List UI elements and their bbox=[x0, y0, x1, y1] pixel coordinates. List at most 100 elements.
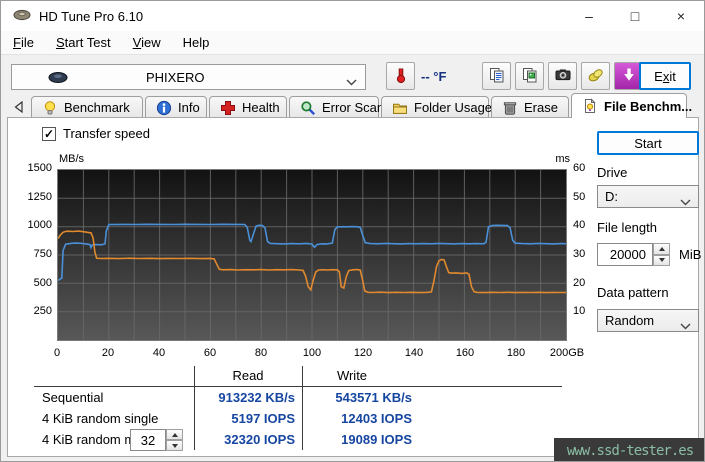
y-left-tick: 500 bbox=[33, 277, 52, 289]
tab-scroll-left-button[interactable] bbox=[10, 97, 27, 116]
chevron-down-icon bbox=[680, 194, 691, 209]
y-left-tick: 250 bbox=[33, 305, 52, 317]
info-icon bbox=[156, 100, 172, 116]
drive-dropdown[interactable]: D: bbox=[597, 185, 699, 208]
save-button[interactable] bbox=[581, 62, 610, 90]
menu-item-help[interactable]: Help bbox=[173, 32, 220, 53]
file-length-up-button[interactable] bbox=[653, 243, 670, 255]
arrow-down-icon bbox=[658, 258, 665, 263]
file-length-down-button[interactable] bbox=[653, 254, 670, 266]
transfer-speed-option: ✓ Transfer speed bbox=[42, 126, 150, 141]
title-bar: HD Tune Pro 6.10 – □ × bbox=[1, 1, 704, 31]
tab-label: Health bbox=[242, 100, 280, 115]
tab-folder-usage[interactable]: Folder Usage bbox=[381, 96, 493, 118]
arrow-up-icon bbox=[658, 246, 665, 251]
copy-image-button[interactable] bbox=[515, 62, 544, 90]
health-icon bbox=[220, 100, 236, 116]
tab-erase[interactable]: Erase bbox=[491, 96, 569, 118]
y-left-tick: 750 bbox=[33, 248, 52, 260]
exit-button[interactable]: Ex it bbox=[639, 62, 691, 90]
data-pattern-label: Data pattern bbox=[597, 285, 669, 300]
drive-selector-value: PHIXERO bbox=[146, 69, 205, 85]
queue-depth-down-button[interactable] bbox=[166, 440, 183, 451]
y-left-tick: 1500 bbox=[27, 162, 52, 174]
arrow-down-icon bbox=[171, 443, 178, 448]
y-left-tick: 1250 bbox=[27, 191, 52, 203]
disk-icon bbox=[48, 71, 68, 84]
y-left-tick: 1000 bbox=[27, 219, 52, 231]
file-length-unit: MiB bbox=[679, 247, 702, 262]
transfer-speed-checkbox[interactable]: ✓ bbox=[42, 126, 56, 141]
temperature-readout: -- °F bbox=[421, 69, 447, 84]
read-value: 913232 KB/s bbox=[218, 390, 295, 405]
copy-text-button[interactable] bbox=[482, 62, 511, 90]
file-length-control: 20000 MiB bbox=[597, 243, 701, 266]
window-title: HD Tune Pro 6.10 bbox=[39, 8, 144, 24]
result-row-label: Sequential bbox=[42, 390, 104, 405]
tab-label: Error Scan bbox=[322, 100, 385, 115]
file-length-label: File length bbox=[597, 220, 657, 235]
hand-icon bbox=[587, 66, 605, 87]
y-left-axis-unit: MB/s bbox=[59, 153, 85, 165]
tab-label: File Benchm... bbox=[604, 98, 693, 114]
tab-label: Info bbox=[178, 100, 200, 115]
trash-icon bbox=[502, 100, 518, 116]
tab-file-benchm[interactable]: File Benchm... bbox=[571, 93, 692, 118]
temperature-button[interactable] bbox=[386, 62, 415, 90]
transfer-speed-label: Transfer speed bbox=[63, 126, 150, 141]
close-button[interactable]: × bbox=[658, 1, 704, 31]
watermark: www.ssd-tester.es bbox=[554, 438, 704, 461]
tab-label: Benchmark bbox=[64, 100, 130, 115]
drive-label: Drive bbox=[597, 165, 628, 180]
start-button[interactable]: Start bbox=[597, 131, 699, 155]
folder-icon bbox=[392, 100, 408, 116]
transfer-speed-chart bbox=[57, 169, 567, 341]
data-pattern-dropdown[interactable]: Random bbox=[597, 309, 699, 332]
tab-error-scan[interactable]: Error Scan bbox=[289, 96, 384, 118]
drive-selector-dropdown[interactable]: PHIXERO bbox=[11, 64, 366, 90]
magnifier-icon bbox=[300, 100, 316, 116]
tab-benchmark[interactable]: Benchmark bbox=[31, 96, 143, 118]
write-column-header: Write bbox=[336, 368, 368, 383]
app-window: HD Tune Pro 6.10 – □ × File Start Test Vie… bbox=[0, 0, 705, 462]
app-icon bbox=[13, 9, 31, 23]
copy-text-icon bbox=[488, 66, 506, 87]
menu-bar: File Start Test View Help bbox=[1, 31, 704, 54]
menu-item-file[interactable]: File bbox=[3, 32, 44, 53]
minimize-button[interactable]: – bbox=[566, 1, 612, 31]
y-right-axis-unit: ms bbox=[555, 153, 570, 165]
maximize-button[interactable]: □ bbox=[612, 1, 658, 31]
write-value: 543571 KB/s bbox=[335, 390, 412, 405]
tab-info[interactable]: Info bbox=[145, 96, 207, 118]
download-icon bbox=[620, 66, 638, 87]
write-value: 12403 IOPS bbox=[341, 411, 412, 426]
tab-health[interactable]: Health bbox=[209, 96, 287, 118]
write-value: 19089 IOPS bbox=[341, 432, 412, 447]
bulb-icon bbox=[42, 100, 58, 116]
read-value: 32320 IOPS bbox=[224, 432, 295, 447]
arrow-up-icon bbox=[171, 432, 178, 437]
table-divider bbox=[34, 386, 562, 387]
file-benchmark-page: ✓ Transfer speed MB/s ms 1500 1250 1000 750… bbox=[7, 117, 701, 457]
drive-dropdown-value: D: bbox=[605, 189, 618, 204]
queue-depth-control: 32 bbox=[130, 429, 183, 451]
screenshot-button[interactable] bbox=[548, 62, 577, 90]
camera-icon bbox=[554, 66, 572, 87]
queue-depth-up-button[interactable] bbox=[166, 429, 183, 440]
menu-item-view[interactable]: View bbox=[123, 32, 171, 53]
toolbar: PHIXERO -- °F Ex it bbox=[1, 54, 704, 93]
read-value: 5197 IOPS bbox=[231, 411, 295, 426]
tab-label: Folder Usage bbox=[414, 100, 493, 115]
tab-label: Erase bbox=[524, 100, 558, 115]
result-row-label: 4 KiB random single bbox=[42, 411, 159, 426]
menu-item-start-test[interactable]: Start Test bbox=[46, 32, 121, 53]
queue-depth-input[interactable]: 32 bbox=[130, 429, 166, 451]
file-bulb-icon bbox=[582, 98, 598, 114]
thermometer-icon bbox=[393, 66, 409, 87]
chevron-down-icon bbox=[346, 74, 357, 89]
data-pattern-value: Random bbox=[605, 313, 655, 328]
file-length-input[interactable]: 20000 bbox=[597, 243, 653, 266]
copy-image-icon bbox=[521, 66, 539, 87]
read-column-header: Read bbox=[232, 368, 264, 383]
tab-strip: Benchmark Info Health Error Scan Folder Usag… bbox=[1, 93, 704, 118]
